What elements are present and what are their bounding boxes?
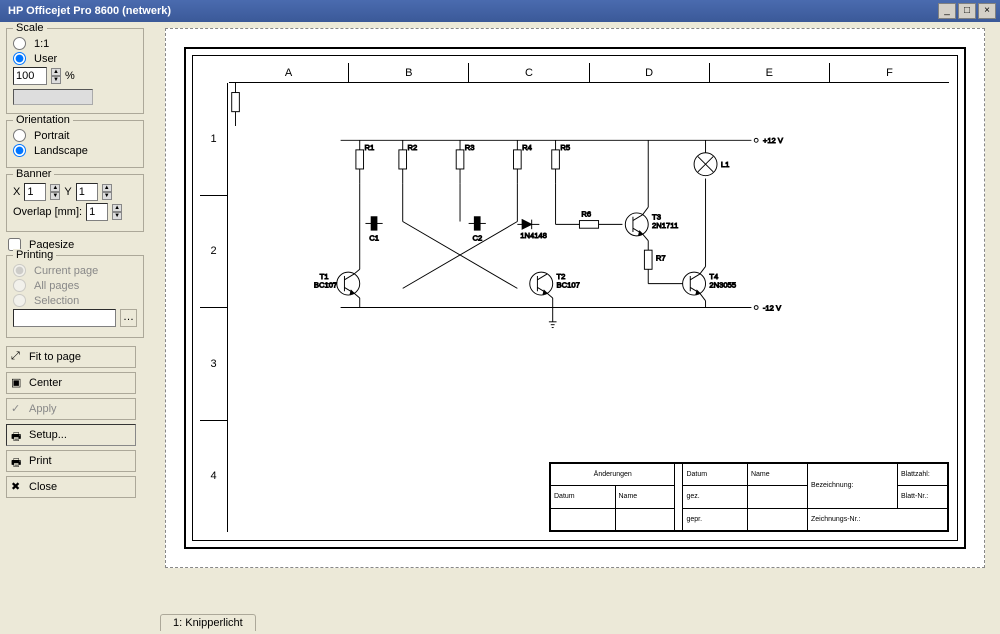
- banner-y-input[interactable]: [76, 183, 98, 201]
- svg-text:2N1711: 2N1711: [652, 221, 678, 230]
- svg-text:R6: R6: [581, 210, 591, 219]
- center-icon: ▣: [11, 376, 25, 390]
- preview-pane: ABC DEF 1234 +12 V: [150, 22, 1000, 612]
- svg-text:T3: T3: [652, 213, 661, 222]
- window-title: HP Officejet Pro 8600 (netwerk): [4, 5, 936, 17]
- bx-up[interactable]: ▲: [50, 184, 60, 192]
- svg-text:R4: R4: [522, 143, 533, 152]
- drawing-frame: ABC DEF 1234 +12 V: [184, 47, 966, 549]
- svg-text:C2: C2: [472, 234, 482, 243]
- close-button[interactable]: ✖Close: [6, 476, 136, 498]
- scale-slider[interactable]: [13, 89, 93, 105]
- column-headers: ABC DEF: [229, 63, 949, 83]
- orient-portrait-radio[interactable]: [13, 129, 26, 142]
- page-boundary: ABC DEF 1234 +12 V: [165, 28, 985, 568]
- scale-user-radio[interactable]: [13, 52, 26, 65]
- fit-button[interactable]: ⤢Fit to page: [6, 346, 136, 368]
- svg-text:T4: T4: [709, 272, 719, 281]
- fit-icon: ⤢: [11, 350, 25, 364]
- svg-text:R3: R3: [465, 143, 475, 152]
- sheet-tabs: 1: Knipperlicht: [160, 614, 256, 634]
- scale-panel: Scale 1:1 User ▲▼ %: [6, 28, 144, 114]
- svg-text:BC107: BC107: [557, 280, 580, 289]
- close-icon: ✖: [11, 480, 25, 494]
- svg-text:C1: C1: [369, 234, 379, 243]
- svg-text:+12 V: +12 V: [763, 136, 784, 145]
- svg-text:-12 V: -12 V: [763, 303, 782, 312]
- by-up[interactable]: ▲: [102, 184, 112, 192]
- print-all-radio: [13, 279, 26, 292]
- svg-text:L1: L1: [721, 160, 729, 169]
- svg-text:R1: R1: [365, 143, 375, 152]
- svg-text:2N3055: 2N3055: [709, 280, 736, 289]
- orientation-panel: Orientation Portrait Landscape: [6, 120, 144, 168]
- scale-11-radio[interactable]: [13, 37, 26, 50]
- print-path-box: [13, 309, 116, 327]
- bx-dn[interactable]: ▼: [50, 192, 60, 200]
- print-current-radio: [13, 264, 26, 277]
- svg-text:T2: T2: [557, 272, 566, 281]
- browse-button[interactable]: …: [120, 309, 137, 327]
- orient-landscape-radio[interactable]: [13, 144, 26, 157]
- title-block: Änderungen Datum Name Bezeichnung: Blatt…: [549, 462, 949, 532]
- titlebar: HP Officejet Pro 8600 (netwerk) _ □ ×: [0, 0, 1000, 22]
- svg-text:R2: R2: [407, 143, 417, 152]
- scale-value-input[interactable]: [13, 67, 47, 85]
- action-buttons: ⤢Fit to page ▣Center ✓Apply 🖶Setup... 🖶P…: [6, 344, 144, 500]
- scale-down[interactable]: ▼: [51, 76, 61, 84]
- tab-sheet-1[interactable]: 1: Knipperlicht: [160, 614, 256, 631]
- svg-text:R5: R5: [560, 143, 570, 152]
- ov-dn[interactable]: ▼: [112, 212, 122, 220]
- setup-button[interactable]: 🖶Setup...: [6, 424, 136, 446]
- center-button[interactable]: ▣Center: [6, 372, 136, 394]
- print-icon: 🖶: [11, 454, 25, 468]
- svg-text:T1: T1: [320, 272, 329, 281]
- overlap-input[interactable]: [86, 203, 108, 221]
- banner-x-input[interactable]: [24, 183, 46, 201]
- close-window-button[interactable]: ×: [978, 3, 996, 19]
- by-dn[interactable]: ▼: [102, 192, 112, 200]
- print-selection-radio: [13, 294, 26, 307]
- svg-text:1N4148: 1N4148: [520, 231, 547, 240]
- svg-text:BC107: BC107: [314, 280, 337, 289]
- apply-icon: ✓: [11, 402, 25, 416]
- printing-panel: Printing Current page All pages Selectio…: [6, 255, 144, 338]
- setup-icon: 🖶: [11, 428, 25, 442]
- banner-panel: Banner X ▲▼ Y ▲▼ Overlap [mm]: ▲▼: [6, 174, 144, 232]
- row-headers: 1234: [200, 83, 228, 532]
- minimize-button[interactable]: _: [938, 3, 956, 19]
- svg-text:R7: R7: [656, 254, 666, 263]
- ov-up[interactable]: ▲: [112, 204, 122, 212]
- maximize-button[interactable]: □: [958, 3, 976, 19]
- scale-up[interactable]: ▲: [51, 68, 61, 76]
- print-button[interactable]: 🖶Print: [6, 450, 136, 472]
- apply-button: ✓Apply: [6, 398, 136, 420]
- sidebar: Scale 1:1 User ▲▼ % Orientation Portrait…: [0, 22, 150, 612]
